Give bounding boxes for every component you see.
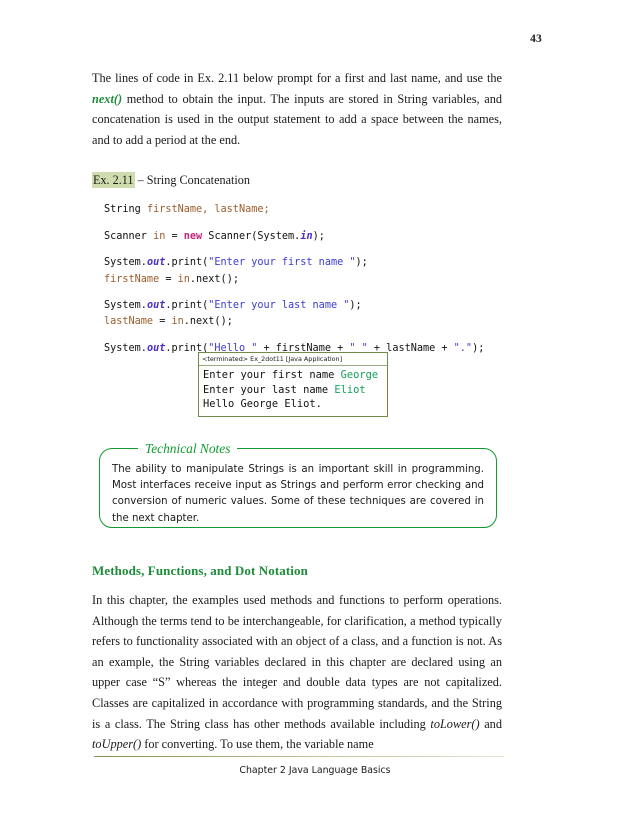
code-token: ); (355, 257, 368, 269)
section-text-part2: and (479, 716, 502, 731)
code-token: out (146, 257, 166, 269)
code-token: ); (472, 342, 485, 354)
code-token: in (177, 273, 190, 285)
technical-notes-title: Technical Notes (138, 440, 238, 457)
console-prompt-text: Hello George Eliot. (203, 398, 322, 411)
code-token: firstName (104, 273, 160, 285)
footer-text: Chapter 2 Java Language Basics (239, 765, 391, 776)
intro-paragraph: The lines of code in Ex. 2.11 below prom… (92, 68, 502, 150)
intro-text-part2: method to obtain the input. The inputs a… (92, 91, 502, 147)
console-input-text: Eliot (334, 383, 366, 396)
section-text-part3: for converting. To use them, the variabl… (141, 737, 374, 752)
code-token: in (171, 316, 184, 328)
code-group: System.out.print("Enter your first name … (104, 255, 502, 288)
code-token: in (153, 230, 166, 242)
code-token: = (165, 230, 184, 242)
console-input-text: George (340, 369, 379, 381)
code-token: out (146, 300, 166, 311)
document-page: 43 The lines of code in Ex. 2.11 below p… (0, 0, 630, 815)
section-text-part1: In this chapter, the examples used metho… (92, 593, 502, 731)
code-token: String (104, 204, 147, 216)
code-token: lastName (104, 316, 154, 328)
console-prompt-text: Enter your last name (203, 383, 335, 396)
code-group: String firstName, lastName; (104, 202, 502, 218)
code-line: firstName = in.next(); (104, 272, 502, 288)
code-token: System. (104, 257, 147, 269)
code-token: Scanner(System. (202, 230, 301, 242)
code-token: .print( (165, 257, 209, 269)
code-token: "Enter your first name " (208, 257, 356, 269)
code-token: .print( (165, 300, 209, 311)
code-token: System. (104, 342, 147, 354)
console-line: Enter your last name Eliot (203, 383, 383, 398)
code-token: "Enter your last name " (208, 300, 350, 311)
code-token: in (300, 230, 313, 242)
toupper-method-term: toUpper() (92, 737, 142, 752)
code-token: .next(); (189, 273, 239, 285)
code-token: System. (104, 300, 147, 311)
console-body: Enter your first name George Enter your l… (199, 366, 387, 416)
console-line: Enter your first name George (203, 368, 383, 383)
next-method-term: next() (92, 91, 123, 106)
code-token: firstName, lastName; (146, 204, 270, 216)
console-output-box: <terminated> Ex_2dot11 [Java Application… (198, 352, 388, 417)
footer-divider (94, 756, 504, 758)
section-paragraph: In this chapter, the examples used metho… (92, 590, 502, 755)
technical-notes-body: The ability to manipulate Strings is an … (112, 464, 484, 524)
code-line: System.out.print("Enter your last name "… (104, 298, 502, 314)
example-caption: Ex. 2.11 – String Concatenation (92, 172, 502, 189)
code-token: .next(); (183, 316, 233, 328)
section-heading: Methods, Functions, and Dot Notation (92, 563, 308, 578)
code-token: ); (312, 230, 325, 242)
code-token: = (153, 316, 172, 328)
code-group: Scanner in = new Scanner(System.in); (104, 229, 502, 245)
code-listing: String firstName, lastName; Scanner in = … (104, 202, 502, 357)
console-prompt-text: Enter your first name (203, 369, 341, 381)
example-label: Ex. 2.11 (92, 172, 135, 189)
intro-text-part1: The lines of code in Ex. 2.11 below prom… (92, 71, 502, 85)
intro-section: The lines of code in Ex. 2.11 below prom… (92, 68, 502, 357)
code-line: String firstName, lastName; (104, 202, 502, 218)
code-token: ); (349, 300, 362, 311)
code-token: Scanner (104, 230, 154, 242)
console-line: Hello George Eliot. (203, 397, 383, 412)
code-token: "." (453, 342, 473, 354)
code-token: = (159, 273, 178, 285)
code-token: new (183, 230, 203, 242)
console-title-bar: <terminated> Ex_2dot11 [Java Application… (199, 353, 387, 366)
code-token: out (146, 342, 166, 354)
page-number: 43 (530, 33, 542, 45)
code-line: System.out.print("Enter your first name … (104, 255, 502, 271)
example-title: – String Concatenation (134, 173, 250, 188)
section-body: In this chapter, the examples used metho… (92, 590, 502, 755)
code-line: Scanner in = new Scanner(System.in); (104, 229, 502, 245)
code-line: lastName = in.next(); (104, 314, 502, 330)
tolower-method-term: toLower() (430, 716, 480, 731)
code-group: System.out.print("Enter your last name "… (104, 298, 502, 331)
